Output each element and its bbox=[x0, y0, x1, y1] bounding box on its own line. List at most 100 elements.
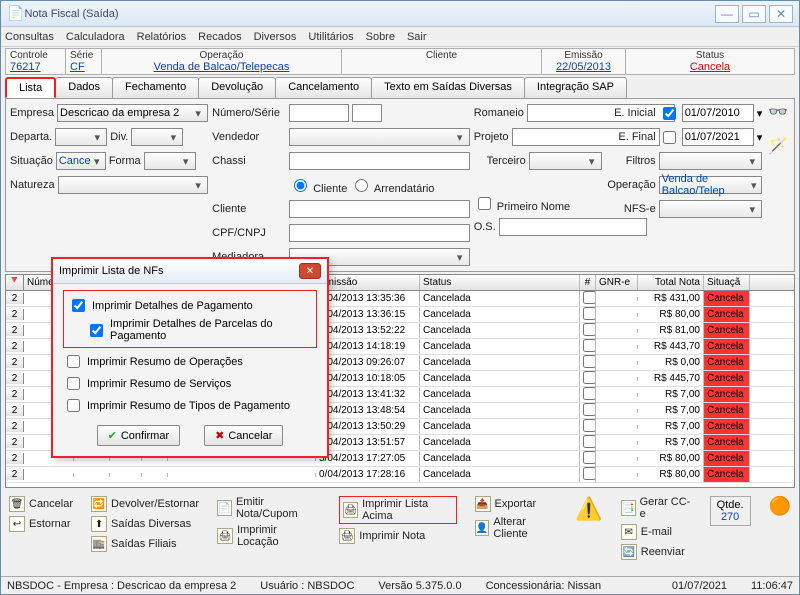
lbl-einicial: E. Inicial bbox=[606, 107, 656, 119]
link-cliente[interactable]: Cliente bbox=[212, 203, 286, 215]
filter-icon[interactable]: 🔻 bbox=[6, 275, 24, 290]
binoculars-icon[interactable]: 👓 bbox=[768, 102, 788, 122]
combo-departa[interactable]: ▾ bbox=[55, 128, 107, 146]
hdr-serie[interactable]: CF bbox=[70, 61, 97, 73]
col-hash[interactable]: # bbox=[580, 275, 596, 290]
hdr-emi[interactable]: 22/05/2013 bbox=[556, 61, 611, 73]
chk-resumo-op[interactable]: Imprimir Resumo de Operações bbox=[63, 352, 317, 371]
chk-primeiro[interactable]: Primeiro Nome bbox=[474, 194, 570, 213]
hdr-sta-lbl: Status bbox=[696, 50, 724, 61]
lbl-romaneio: Romaneio bbox=[474, 107, 524, 119]
menu-diversos[interactable]: Diversos bbox=[254, 31, 297, 43]
lbl-departa: Departa. bbox=[10, 131, 52, 143]
btn-emitir[interactable]: 📄Emitir Nota/Cupom bbox=[217, 496, 321, 520]
combo-vendedor[interactable]: ▾ bbox=[289, 128, 470, 146]
hdr-sta[interactable]: Cancela bbox=[690, 61, 730, 73]
chk-parcelas[interactable]: Imprimir Detalhes de Parcelas do Pagamen… bbox=[86, 318, 312, 342]
tab-texto[interactable]: Texto em Saídas Diversas bbox=[371, 77, 525, 98]
btn-devolver[interactable]: 🔁Devolver/Estornar bbox=[91, 496, 199, 512]
btn-imprimir-nota[interactable]: 🖨Imprimir Nota bbox=[339, 528, 456, 544]
btn-reenviar[interactable]: 🔄Reenviar bbox=[621, 544, 692, 560]
input-serie[interactable] bbox=[352, 104, 382, 122]
btn-saidas[interactable]: ⬆Saídas Diversas bbox=[91, 516, 199, 532]
maximize-button[interactable]: ▭ bbox=[742, 5, 766, 23]
close-button[interactable]: ✕ bbox=[769, 5, 793, 23]
lbl-div: Div. bbox=[110, 131, 128, 143]
lbl-vendedor: Vendedor bbox=[212, 131, 286, 143]
btn-saidas-filiais[interactable]: 🏬Saídas Filiais bbox=[91, 536, 199, 552]
chk-einicial[interactable] bbox=[663, 107, 676, 120]
dialog-cancel-button[interactable]: ✖Cancelar bbox=[204, 425, 283, 446]
chk-efinal[interactable] bbox=[663, 131, 676, 144]
tab-lista[interactable]: Lista bbox=[5, 77, 56, 98]
combo-nfse[interactable]: ▾ bbox=[659, 200, 763, 218]
tab-cancelamento[interactable]: Cancelamento bbox=[275, 77, 372, 98]
combo-forma[interactable]: ▾ bbox=[144, 152, 196, 170]
export-icon: 📤 bbox=[475, 496, 491, 512]
input-einicial[interactable] bbox=[682, 104, 754, 122]
lbl-forma: Forma bbox=[109, 155, 141, 167]
btn-gerar-cce[interactable]: 📑Gerar CC-e bbox=[621, 496, 692, 520]
col-total[interactable]: Total Nota bbox=[638, 275, 704, 290]
minimize-button[interactable]: — bbox=[715, 5, 739, 23]
col-status[interactable]: Status bbox=[420, 275, 580, 290]
btn-alterar[interactable]: 👤Alterar Cliente bbox=[475, 516, 558, 540]
radio-arrend[interactable]: Arrendatário bbox=[350, 176, 434, 195]
menu-consultas[interactable]: Consultas bbox=[5, 31, 54, 43]
x-icon: ✖ bbox=[215, 429, 224, 442]
tab-dados[interactable]: Dados bbox=[55, 77, 113, 98]
tab-sap[interactable]: Integração SAP bbox=[524, 77, 627, 98]
combo-natureza[interactable]: ▾ bbox=[58, 176, 208, 194]
combo-situacao[interactable]: Cance▾ bbox=[56, 152, 106, 170]
dialog-close-button[interactable]: ✕ bbox=[299, 263, 321, 279]
input-cliente[interactable] bbox=[289, 200, 470, 218]
menu-utilitarios[interactable]: Utilitários bbox=[308, 31, 353, 43]
menu-relatorios[interactable]: Relatórios bbox=[137, 31, 187, 43]
dialog-confirm-button[interactable]: ✔Confirmar bbox=[97, 425, 181, 446]
input-numero[interactable] bbox=[289, 104, 349, 122]
btn-estornar[interactable]: ↩Estornar bbox=[9, 516, 73, 532]
input-efinal[interactable] bbox=[682, 128, 754, 146]
table-row[interactable]: 20/04/2013 17:28:16CanceladaR$ 80,00Canc… bbox=[6, 467, 794, 483]
menu-sair[interactable]: Sair bbox=[407, 31, 427, 43]
tab-fechamento[interactable]: Fechamento bbox=[112, 77, 199, 98]
dialog-title: Imprimir Lista de NFs bbox=[59, 265, 299, 277]
combo-filtros[interactable]: ▾ bbox=[659, 152, 763, 170]
menu-recados[interactable]: Recados bbox=[198, 31, 241, 43]
app-window: 📄 Nota Fiscal (Saída) — ▭ ✕ Consultas Ca… bbox=[0, 0, 800, 595]
footer-toolbar: 🗑Cancelar ↩Estornar 🔁Devolver/Estornar ⬆… bbox=[5, 492, 795, 564]
chk-detalhes-pag[interactable]: Imprimir Detalhes de Pagamento bbox=[68, 296, 312, 315]
combo-operacao[interactable]: Venda de Balcao/Telep▾ bbox=[659, 176, 763, 194]
col-gnre[interactable]: GNR-e bbox=[596, 275, 638, 290]
tab-devolucao[interactable]: Devolução bbox=[198, 77, 276, 98]
btn-locacao[interactable]: 🖨Imprimir Locação bbox=[217, 524, 321, 548]
btn-cancelar[interactable]: 🗑Cancelar bbox=[9, 496, 73, 512]
note-orange-icon[interactable]: 🟠 bbox=[769, 496, 791, 517]
col-emissao[interactable]: Emissão bbox=[316, 275, 420, 290]
chk-resumo-tipos[interactable]: Imprimir Resumo de Tipos de Pagamento bbox=[63, 396, 317, 415]
printer-list-icon: 🖨 bbox=[343, 502, 358, 518]
combo-div[interactable]: ▾ bbox=[131, 128, 183, 146]
chk-resumo-serv[interactable]: Imprimir Resumo de Serviços bbox=[63, 374, 317, 393]
input-chassi[interactable] bbox=[289, 152, 470, 170]
menu-sobre[interactable]: Sobre bbox=[366, 31, 395, 43]
combo-empresa[interactable]: Descricao da empresa 2▾ bbox=[57, 104, 208, 122]
lbl-numser: Número/Série bbox=[212, 107, 286, 119]
btn-lista-acima[interactable]: 🖨Imprimir Lista Acima bbox=[339, 496, 456, 524]
radio-cliente[interactable]: Cliente bbox=[289, 176, 347, 195]
combo-terceiro[interactable]: ▾ bbox=[529, 152, 602, 170]
btn-email[interactable]: ✉E-mail bbox=[621, 524, 692, 540]
menu-calculadora[interactable]: Calculadora bbox=[66, 31, 125, 43]
status-data: 01/07/2021 bbox=[672, 580, 727, 592]
btn-exportar[interactable]: 📤Exportar bbox=[475, 496, 558, 512]
printer-icon: 🖨 bbox=[217, 528, 233, 544]
wand-icon[interactable]: 🪄 bbox=[768, 136, 788, 156]
hdr-controle[interactable]: 76217 bbox=[10, 61, 61, 73]
lbl-projeto: Projeto bbox=[474, 131, 509, 143]
link-os[interactable]: O.S. bbox=[474, 221, 496, 233]
hdr-op[interactable]: Venda de Balcao/Telepecas bbox=[154, 61, 290, 73]
col-situacao[interactable]: Situaçã bbox=[704, 275, 750, 290]
qtde-value[interactable]: 270 bbox=[717, 511, 744, 523]
warning-icon[interactable]: ⚠️ bbox=[575, 496, 602, 522]
input-cpf[interactable] bbox=[289, 224, 470, 242]
